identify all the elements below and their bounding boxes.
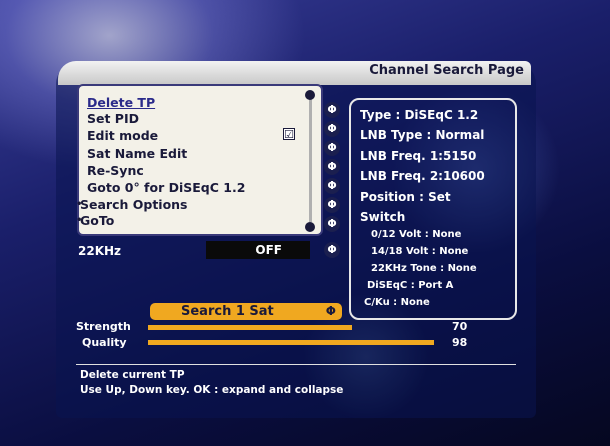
22khz-value[interactable]: OFF (206, 241, 310, 259)
scroll-down-icon[interactable] (305, 222, 315, 232)
phi-icon: Φ (324, 140, 340, 156)
scroll-up-icon[interactable] (305, 90, 315, 100)
menu-item-goto-0[interactable]: Goto 0° for DiSEqC 1.2 (87, 181, 245, 195)
menu-item-search-options[interactable]: Search Options (80, 198, 188, 212)
phi-icon: Φ (324, 197, 340, 213)
quality-value: 98 (452, 336, 468, 349)
switch-22khz-tone: 22KHz Tone : None (371, 263, 477, 274)
22khz-label: 22KHz (78, 244, 122, 258)
search-1-sat-button[interactable]: Search 1 Sat Φ (150, 303, 342, 320)
help-line-2: Use Up, Down key. OK : expand and collap… (80, 384, 344, 396)
menu-scrollbar[interactable] (309, 94, 312, 222)
search-button-label: Search 1 Sat (181, 304, 274, 319)
strength-label: Strength (76, 320, 131, 333)
quality-label: Quality (82, 336, 127, 349)
info-lnb-freq1: LNB Freq. 1:5150 (360, 149, 477, 163)
phi-icon: Φ (324, 102, 340, 118)
info-lnb-type: LNB Type : Normal (360, 128, 485, 142)
edit-mode-checkbox[interactable]: ☑ (283, 128, 295, 140)
strength-bar (148, 325, 352, 330)
info-position: Position : Set (360, 190, 451, 204)
phi-icon: Φ (325, 304, 336, 318)
phi-icon: Φ (324, 242, 340, 258)
menu-item-edit-mode[interactable]: Edit mode (87, 129, 158, 143)
menu-item-set-pid[interactable]: Set PID (87, 112, 139, 126)
menu-item-sat-name-edit[interactable]: Sat Name Edit (87, 147, 187, 161)
help-line-1: Delete current TP (80, 369, 185, 381)
menu-item-goto[interactable]: GoTo (80, 214, 114, 228)
menu-item-re-sync[interactable]: Re-Sync (87, 164, 144, 178)
phi-icon: Φ (324, 121, 340, 137)
phi-icon: Φ (324, 216, 340, 232)
quality-bar (148, 340, 434, 345)
switch-14-18-volt: 14/18 Volt : None (371, 246, 469, 257)
phi-icon: Φ (324, 159, 340, 175)
switch-0-12-volt: 0/12 Volt : None (371, 229, 462, 240)
strength-value: 70 (452, 320, 468, 333)
info-switch: Switch (360, 210, 406, 224)
info-lnb-freq2: LNB Freq. 2:10600 (360, 169, 485, 183)
info-type: Type : DiSEqC 1.2 (360, 108, 479, 122)
page-title: Channel Search Page (369, 63, 524, 78)
phi-icon: Φ (324, 178, 340, 194)
switch-c-ku: C/Ku : None (364, 297, 430, 308)
help-divider (76, 364, 516, 365)
menu-item-delete-tp[interactable]: Delete TP (87, 96, 155, 110)
switch-diseqc: DiSEqC : Port A (367, 280, 454, 291)
